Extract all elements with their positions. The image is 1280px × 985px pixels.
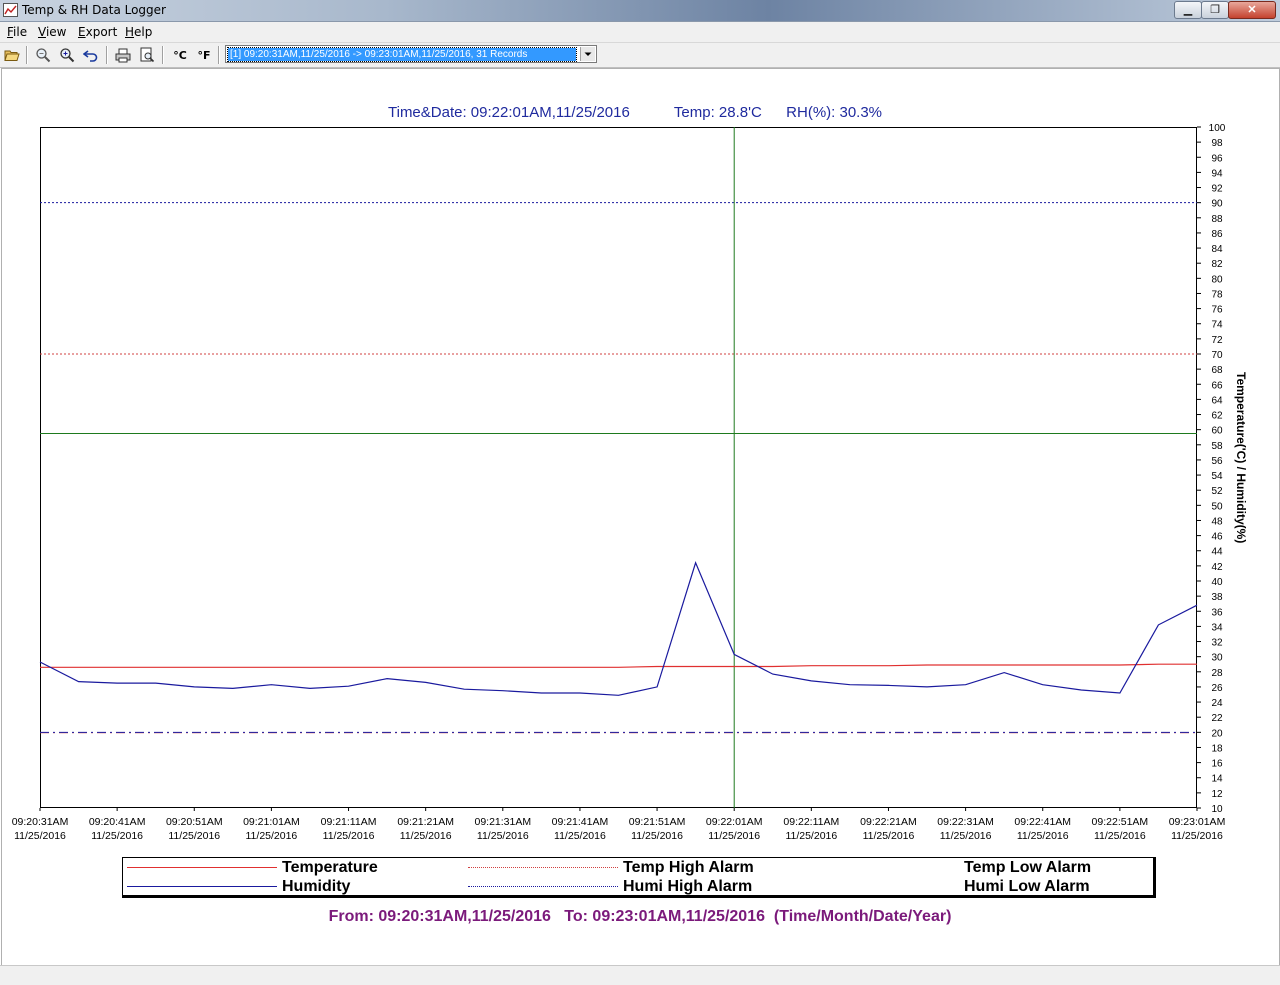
chart: 10 12 14 16 18 20 22 24 26 28 30 32 34 36 38 40 42 44 46 48…: [12, 123, 1226, 842]
legend-humidity-swatch: [127, 886, 277, 887]
x-tick-label-date: 11/25/2016: [863, 830, 915, 842]
y-tick-label: 78: [1211, 289, 1223, 300]
y-tick-label: 68: [1211, 365, 1223, 376]
legend-humi-high-swatch: [468, 886, 618, 887]
x-tick-label-date: 11/25/2016: [940, 830, 992, 842]
x-tick-label-date: 11/25/2016: [554, 830, 606, 842]
footer-from: From: 09:20:31AM,11/25/2016: [328, 908, 551, 925]
x-tick-label-date: 11/25/2016: [1017, 830, 1069, 842]
x-tick-label-date: 11/25/2016: [91, 830, 143, 842]
y-tick-label: 94: [1211, 168, 1223, 179]
y-tick-label: 22: [1211, 713, 1223, 724]
y-tick-label: 16: [1211, 759, 1223, 770]
humidity-series-line: [39, 561, 1198, 696]
x-tick-label-date: 11/25/2016: [246, 830, 298, 842]
legend-humidity-label: Humidity: [282, 878, 351, 895]
y-tick-label: 90: [1211, 199, 1223, 210]
legend-temp-low-label: Temp Low Alarm: [964, 859, 1092, 876]
y-tick-label: 56: [1211, 456, 1223, 467]
x-tick-label-time: 09:23:01AM: [1169, 816, 1226, 828]
x-tick-label-date: 11/25/2016: [708, 830, 760, 842]
y-tick-label: 66: [1211, 380, 1223, 391]
y-tick-label: 60: [1211, 426, 1223, 437]
y-tick-label: 30: [1211, 653, 1223, 664]
y-axis-title: Temperature('C) / Humidity(%): [1234, 372, 1248, 544]
y-tick-label: 100: [1209, 123, 1226, 134]
y-tick-label: 86: [1211, 229, 1223, 240]
legend-temp-high-label: Temp High Alarm: [623, 859, 754, 876]
x-tick-label-date: 11/25/2016: [785, 830, 837, 842]
x-tick-label-time: 09:21:01AM: [243, 816, 300, 828]
x-tick-label-date: 11/25/2016: [400, 830, 452, 842]
x-tick-label-time: 09:20:41AM: [89, 816, 146, 828]
legend-temp-high-swatch: [468, 867, 618, 868]
y-tick-label: 64: [1211, 395, 1223, 406]
y-tick-label: 48: [1211, 516, 1223, 527]
y-tick-label: 24: [1211, 698, 1223, 709]
y-tick-label: 34: [1211, 622, 1223, 633]
y-tick-label: 84: [1211, 244, 1223, 255]
y-tick-label: 82: [1211, 259, 1223, 270]
y-tick-label: 12: [1211, 789, 1223, 800]
y-tick-label: 62: [1211, 411, 1223, 422]
x-tick-label-time: 09:22:41AM: [1014, 816, 1071, 828]
x-tick-label-time: 09:21:51AM: [629, 816, 686, 828]
y-tick-label: 28: [1211, 668, 1223, 679]
y-tick-label: 20: [1211, 728, 1223, 739]
legend-temperature-label: Temperature: [282, 859, 378, 876]
x-tick-label-time: 09:22:11AM: [783, 816, 839, 828]
y-tick-label: 72: [1211, 335, 1223, 346]
y-tick-label: 50: [1211, 501, 1223, 512]
status-bar: [0, 965, 1280, 985]
x-tick-label-time: 09:21:11AM: [321, 816, 377, 828]
y-tick-label: 96: [1211, 153, 1223, 164]
temperature-series-line: [40, 663, 1197, 668]
y-tick-label: 44: [1211, 547, 1223, 558]
x-tick-label-time: 09:22:31AM: [937, 816, 994, 828]
y-tick-label: 46: [1211, 532, 1223, 543]
y-tick-label: 18: [1211, 743, 1223, 754]
legend-temperature-swatch: [127, 867, 277, 868]
date-range-footer: From: 09:20:31AM,11/25/2016 To: 09:23:01…: [0, 908, 1280, 926]
y-tick-label: 52: [1211, 486, 1223, 497]
y-tick-label: 26: [1211, 683, 1223, 694]
legend-humi-high-label: Humi High Alarm: [623, 878, 753, 895]
footer-to: To: 09:23:01AM,11/25/2016: [564, 908, 765, 925]
y-tick-label: 98: [1211, 138, 1223, 149]
y-tick-label: 10: [1211, 804, 1223, 815]
x-tick-label-date: 11/25/2016: [168, 830, 220, 842]
x-tick-label-time: 09:22:51AM: [1092, 816, 1149, 828]
y-tick-label: 88: [1211, 214, 1223, 225]
y-tick-label: 32: [1211, 638, 1223, 649]
x-tick-label-date: 11/25/2016: [323, 830, 375, 842]
x-tick-label-date: 11/25/2016: [631, 830, 683, 842]
x-tick-label-date: 11/25/2016: [477, 830, 529, 842]
y-tick-label: 36: [1211, 607, 1223, 618]
y-tick-label: 76: [1211, 305, 1223, 316]
y-tick-label: 58: [1211, 441, 1223, 452]
legend: Temperature Humidity Temp High Alarm Hum…: [122, 857, 1156, 898]
y-tick-label: 14: [1211, 774, 1223, 785]
x-tick-label-date: 11/25/2016: [1094, 830, 1146, 842]
y-tick-label: 70: [1211, 350, 1223, 361]
x-tick-label-time: 09:21:41AM: [552, 816, 609, 828]
y-tick-label: 40: [1211, 577, 1223, 588]
y-tick-label: 38: [1211, 592, 1223, 603]
x-tick-label-date: 11/25/2016: [14, 830, 66, 842]
footer-format: (Time/Month/Date/Year): [773, 908, 952, 925]
x-tick-label-time: 09:20:51AM: [166, 816, 223, 828]
y-tick-label: 80: [1211, 274, 1223, 285]
x-tick-label-time: 09:20:31AM: [12, 816, 69, 828]
x-tick-label-time: 09:22:01AM: [706, 816, 763, 828]
x-tick-label-time: 09:22:21AM: [860, 816, 917, 828]
y-tick-label: 92: [1211, 184, 1223, 195]
x-tick-label-time: 09:21:21AM: [397, 816, 454, 828]
y-tick-label: 42: [1211, 562, 1223, 573]
legend-humi-low-label: Humi Low Alarm: [964, 878, 1090, 895]
x-tick-label-time: 09:21:31AM: [474, 816, 531, 828]
x-tick-label-date: 11/25/2016: [1171, 830, 1223, 842]
y-tick-label: 74: [1211, 320, 1223, 331]
y-tick-label: 54: [1211, 471, 1223, 482]
